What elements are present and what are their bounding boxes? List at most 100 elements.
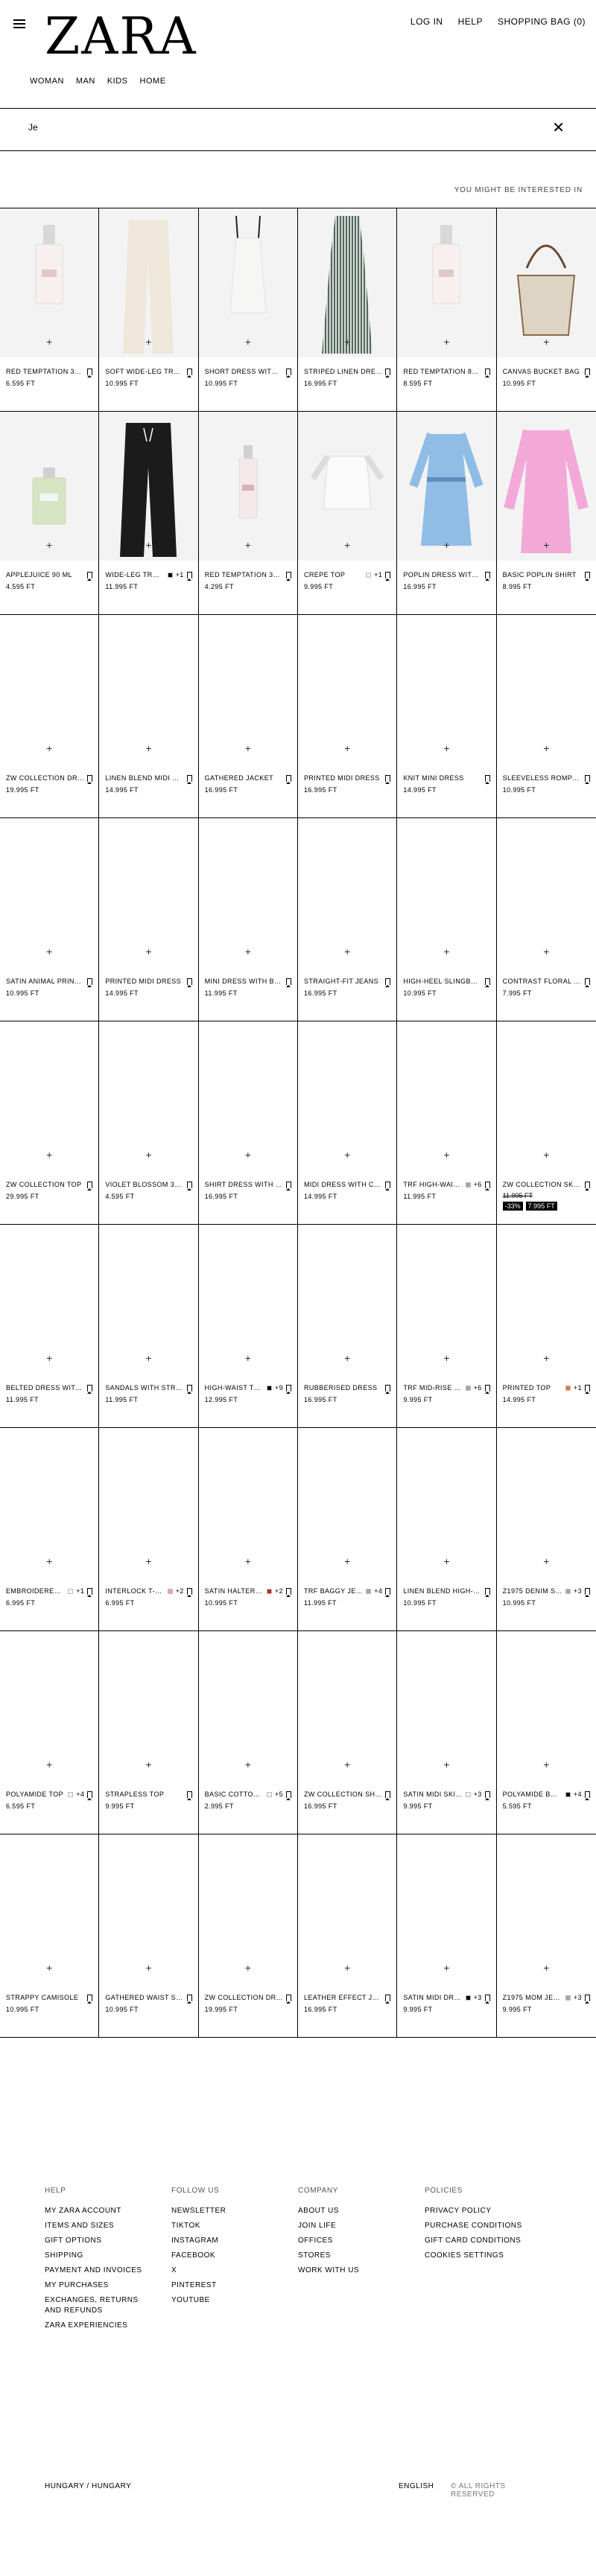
product-card[interactable]: + GATHERED WAIST SKIRT 10.995 FT — [99, 1834, 199, 2038]
product-name[interactable]: KNIT MINI DRESS — [403, 774, 481, 782]
product-card[interactable]: + BELTED DRESS WITH POCKETS 11.995 FT — [0, 1225, 100, 1428]
add-to-bag-icon[interactable]: + — [344, 1353, 350, 1363]
add-to-bag-icon[interactable]: + — [543, 946, 549, 957]
bookmark-icon[interactable] — [87, 571, 93, 581]
footer-link[interactable]: NEWSLETTER — [171, 2204, 298, 2219]
nav-home[interactable]: HOME — [140, 77, 166, 86]
footer-link[interactable]: PAYMENT AND INVOICES — [45, 2263, 171, 2278]
product-card[interactable]: + KNIT MINI DRESS 14.995 FT — [397, 615, 497, 818]
bookmark-icon[interactable] — [87, 1791, 93, 1800]
footer-link[interactable]: WORK WITH US — [298, 2263, 425, 2278]
product-image[interactable]: + — [199, 1428, 297, 1577]
product-name[interactable]: STRAPPY CAMISOLE — [6, 1994, 84, 2001]
bookmark-icon[interactable] — [484, 571, 490, 581]
bookmark-icon[interactable] — [285, 1587, 291, 1597]
add-to-bag-icon[interactable]: + — [46, 337, 52, 347]
product-card[interactable]: + APPLEJUICE 90 ML 4.595 FT — [0, 412, 100, 615]
product-card[interactable]: + EMBROIDERED TOP +1 6.995 FT — [0, 1428, 100, 1631]
product-name[interactable]: STRAIGHT-FIT JEANS — [304, 978, 382, 985]
product-card[interactable]: + RED TEMPTATION 30 ML 4.295 FT — [198, 412, 298, 615]
nav-woman[interactable]: WOMAN — [30, 77, 64, 86]
product-name[interactable]: STRAPLESS TOP — [105, 1791, 183, 1798]
add-to-bag-icon[interactable]: + — [145, 1759, 151, 1770]
product-image[interactable]: + — [199, 1834, 297, 1983]
help-link[interactable]: HELP — [458, 16, 483, 27]
product-name[interactable]: RED TEMPTATION 80 ML — [403, 368, 481, 375]
footer-link[interactable]: PRIVACY POLICY — [425, 2204, 551, 2219]
bookmark-icon[interactable] — [186, 1994, 192, 2003]
product-card[interactable]: + LINEN BLEND HIGH-WAIST SHORTS 10.995 FT — [397, 1428, 497, 1631]
footer-link[interactable]: SHIPPING — [45, 2248, 171, 2263]
add-to-bag-icon[interactable]: + — [46, 1963, 52, 1973]
bookmark-icon[interactable] — [385, 368, 391, 377]
product-name[interactable]: RUBBERISED DRESS — [304, 1384, 382, 1391]
product-image[interactable]: + — [297, 208, 397, 357]
product-name[interactable]: SANDALS WITH STRAPS — [105, 1384, 183, 1391]
product-image[interactable]: + — [298, 1834, 396, 1983]
product-name[interactable]: INTERLOCK T-SHIRT — [105, 1587, 164, 1595]
color-swatch[interactable] — [68, 1588, 74, 1594]
bookmark-icon[interactable] — [385, 1791, 391, 1800]
add-to-bag-icon[interactable]: + — [145, 337, 151, 347]
add-to-bag-icon[interactable]: + — [245, 1759, 251, 1770]
product-name[interactable]: Z1975 MOM JEANS — [503, 1994, 562, 2001]
product-card[interactable]: + LEATHER EFFECT JACKET 16.995 FT — [297, 1834, 398, 2038]
color-swatch[interactable] — [366, 1588, 372, 1594]
product-name[interactable]: CONTRAST FLORAL TOP — [503, 978, 582, 985]
add-to-bag-icon[interactable]: + — [245, 1963, 251, 1973]
bookmark-icon[interactable] — [285, 571, 291, 581]
product-image[interactable]: + — [497, 615, 596, 764]
bookmark-icon[interactable] — [285, 1384, 291, 1394]
product-image[interactable]: + — [298, 1021, 396, 1170]
product-image[interactable]: + — [99, 412, 198, 561]
product-name[interactable]: SATIN MIDI SKIRT — [403, 1791, 462, 1798]
footer-link[interactable]: ITEMS AND SIZES — [45, 2219, 171, 2234]
product-name[interactable]: PRINTED MIDI DRESS — [304, 774, 382, 782]
product-name[interactable]: TRF BAGGY JEANS — [304, 1587, 363, 1595]
product-image[interactable]: + — [397, 208, 496, 357]
bookmark-icon[interactable] — [285, 1181, 291, 1190]
add-to-bag-icon[interactable]: + — [344, 1556, 350, 1566]
product-card[interactable]: + SHIRT DRESS WITH BELT 16.995 FT — [198, 1021, 298, 1225]
bookmark-icon[interactable] — [87, 1384, 93, 1394]
product-image[interactable]: + — [298, 818, 396, 967]
menu-icon[interactable] — [13, 19, 25, 28]
product-name[interactable]: CANVAS BUCKET BAG — [503, 368, 582, 375]
product-card[interactable]: + SANDALS WITH STRAPS 11.995 FT — [99, 1225, 199, 1428]
product-name[interactable]: TRF HIGH-WAIST JEANS — [403, 1181, 462, 1188]
product-card[interactable]: + MINI DRESS WITH BOW 11.995 FT — [198, 818, 298, 1021]
footer-link[interactable]: STORES — [298, 2248, 425, 2263]
product-name[interactable]: POPLIN DRESS WITH BELT — [403, 571, 481, 578]
add-to-bag-icon[interactable]: + — [443, 1353, 449, 1363]
footer-link[interactable]: X — [171, 2263, 298, 2278]
color-swatch[interactable] — [465, 1995, 471, 2000]
footer-link[interactable]: JOIN LIFE — [298, 2219, 425, 2234]
product-card[interactable]: + ZW COLLECTION DRESS 19.995 FT — [0, 615, 100, 818]
product-name[interactable]: RED TEMPTATION 30 ML — [205, 571, 283, 578]
footer-link[interactable]: TIKTOK — [171, 2219, 298, 2234]
add-to-bag-icon[interactable]: + — [344, 743, 350, 753]
color-swatch[interactable] — [565, 1995, 571, 2000]
color-swatch[interactable] — [68, 1791, 74, 1797]
bookmark-icon[interactable] — [87, 774, 93, 784]
add-to-bag-icon[interactable]: + — [543, 743, 549, 753]
product-image[interactable]: + — [199, 1225, 297, 1374]
product-card[interactable]: + CONTRAST FLORAL TOP 7.995 FT — [496, 818, 596, 1021]
product-image[interactable]: + — [199, 818, 297, 967]
add-to-bag-icon[interactable]: + — [443, 337, 449, 347]
product-image[interactable]: + — [0, 1428, 98, 1577]
bookmark-icon[interactable] — [285, 774, 291, 784]
nav-kids[interactable]: KIDS — [107, 77, 128, 86]
add-to-bag-icon[interactable]: + — [543, 1963, 549, 1973]
product-image[interactable]: + — [0, 412, 99, 561]
bookmark-icon[interactable] — [584, 368, 590, 377]
product-image[interactable]: + — [298, 1225, 396, 1374]
footer-link[interactable]: ABOUT US — [298, 2204, 425, 2219]
add-to-bag-icon[interactable]: + — [443, 1556, 449, 1566]
footer-link[interactable]: OFFICES — [298, 2234, 425, 2248]
bookmark-icon[interactable] — [484, 978, 490, 987]
product-image[interactable]: + — [397, 818, 495, 967]
bookmark-icon[interactable] — [87, 1994, 93, 2003]
color-swatch[interactable] — [465, 1182, 471, 1187]
product-name[interactable]: BASIC COTTON T-SHIRT — [205, 1791, 264, 1798]
